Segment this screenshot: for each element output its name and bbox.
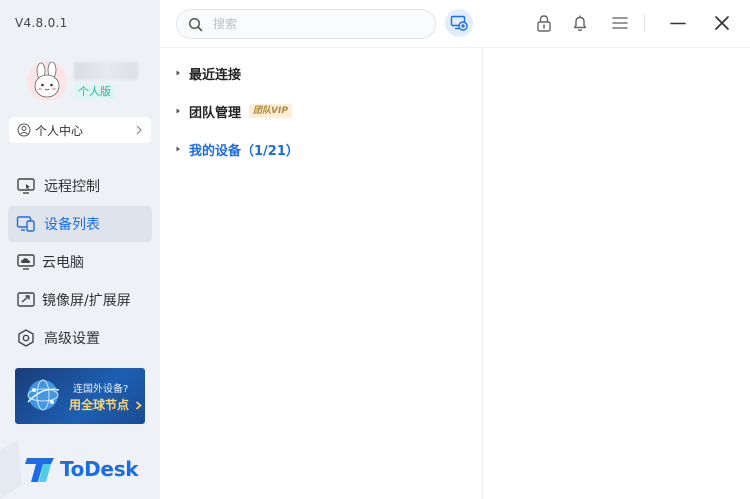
brand-name: ToDesk (60, 457, 139, 481)
group-label: 团队管理 (189, 105, 242, 121)
search-box[interactable] (176, 9, 436, 39)
brand-logo: ToDesk (24, 454, 139, 484)
device-detail-panel (484, 48, 750, 499)
user-circle-icon (17, 123, 31, 137)
cloud-pc-icon (17, 254, 35, 270)
sidebar-item-device-list[interactable]: 设备列表 (8, 206, 152, 242)
avatar[interactable] (27, 61, 67, 101)
avatar-bunny-icon (27, 61, 67, 101)
decorative-shape-icon (0, 440, 22, 499)
add-device-button[interactable] (445, 9, 473, 37)
group-recent-connections[interactable]: 最近连接 (174, 62, 241, 84)
promo-line2: 用全球节点 (69, 396, 142, 413)
caret-right-icon (176, 146, 180, 152)
todesk-logo-icon (25, 458, 54, 482)
bell-icon[interactable] (570, 13, 590, 33)
chevron-right-icon (136, 401, 142, 410)
remote-control-icon (17, 178, 35, 194)
minimize-icon[interactable] (668, 13, 688, 33)
group-label: 最近连接 (189, 67, 242, 83)
toolbar-divider (644, 14, 645, 32)
sidebar-item-remote-control[interactable]: 远程控制 (8, 168, 152, 204)
sidebar-item-label: 设备列表 (44, 217, 100, 233)
sidebar-item-label: 远程控制 (44, 179, 100, 195)
sidebar-item-advanced-settings[interactable]: 高级设置 (8, 320, 152, 356)
team-vip-badge: 团队VIP (249, 104, 292, 118)
promo-line1: 连国外设备? (73, 384, 129, 395)
sidebar-item-label: 镜像屏/扩展屏 (42, 293, 131, 309)
device-list-icon (16, 216, 35, 232)
sidebar-item-cloud-pc[interactable]: 云电脑 (8, 244, 152, 280)
username-redacted (74, 62, 138, 80)
promo-line2-text: 用全球节点 (69, 398, 130, 412)
sidebar: V4.8.0.1 个人版 个人中心 远程控制 设备列表 云电脑 镜像屏/扩展屏 … (0, 0, 160, 499)
settings-hex-icon (18, 329, 34, 347)
sidebar-item-label: 高级设置 (44, 331, 100, 347)
sidebar-item-label: 云电脑 (42, 255, 84, 271)
sidebar-nav: 远程控制 设备列表 云电脑 镜像屏/扩展屏 高级设置 (8, 168, 152, 358)
top-bar (160, 0, 750, 48)
mirror-screen-icon (17, 292, 35, 307)
close-icon[interactable] (712, 13, 732, 33)
search-input[interactable] (213, 17, 413, 31)
global-node-promo-banner[interactable]: 连国外设备? 用全球节点 (15, 368, 145, 424)
menu-icon[interactable] (610, 13, 630, 33)
group-my-devices[interactable]: 我的设备（1/21） (174, 138, 299, 160)
group-team-management[interactable]: 团队管理 团队VIP (174, 100, 292, 122)
chevron-right-icon (136, 125, 142, 135)
sidebar-item-mirror-screen[interactable]: 镜像屏/扩展屏 (8, 282, 152, 318)
search-icon (188, 17, 203, 31)
profile-center-label: 个人中心 (35, 123, 84, 138)
edition-badge: 个人版 (74, 83, 115, 100)
lock-icon[interactable] (534, 13, 554, 33)
caret-right-icon (176, 70, 180, 76)
group-label: 我的设备（1/21） (189, 143, 299, 159)
profile-center-button[interactable]: 个人中心 (9, 117, 151, 143)
device-groups-panel: 最近连接 团队管理 团队VIP 我的设备（1/21） (160, 48, 483, 499)
add-device-icon (450, 15, 468, 31)
globe-icon (27, 379, 60, 411)
caret-right-icon (176, 108, 180, 114)
app-version: V4.8.0.1 (15, 16, 68, 30)
